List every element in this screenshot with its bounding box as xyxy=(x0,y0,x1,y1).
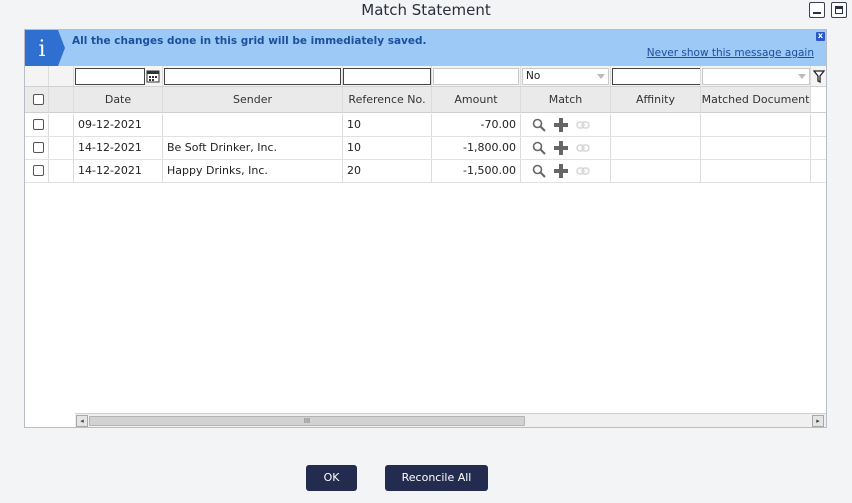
header-blank xyxy=(49,87,74,112)
filter-cell-date xyxy=(74,66,163,86)
date-filter-input[interactable] xyxy=(75,68,145,85)
affinity-filter-input[interactable] xyxy=(612,68,700,85)
cell-amount: -1,800.00 xyxy=(432,137,521,159)
amount-filter-input[interactable] xyxy=(433,68,519,85)
header-match[interactable]: Match xyxy=(521,87,611,112)
filter-cell-match: No xyxy=(521,66,611,86)
cell-affinity xyxy=(611,137,701,159)
row-spacer xyxy=(811,137,826,159)
row-indicator xyxy=(49,114,74,136)
plus-icon[interactable] xyxy=(553,117,569,133)
row-checkbox[interactable] xyxy=(33,165,44,176)
reconcile-all-button[interactable]: Reconcile All xyxy=(385,465,488,491)
cell-reference: 10 xyxy=(343,114,432,136)
row-select-cell xyxy=(25,160,49,182)
filter-cell-select xyxy=(25,66,49,86)
filter-row: No xyxy=(25,66,826,87)
cell-matched-document xyxy=(701,137,811,159)
select-all-cell xyxy=(25,87,49,112)
svg-text:i: i xyxy=(38,37,45,62)
filter-cell-sender xyxy=(163,66,343,86)
horizontal-scrollbar[interactable]: ◂ III ▸ xyxy=(75,413,826,427)
link-icon[interactable] xyxy=(575,140,591,156)
never-show-link[interactable]: Never show this message again xyxy=(647,47,814,59)
info-banner: i All the changes done in this grid will… xyxy=(25,30,826,66)
close-icon[interactable]: x xyxy=(816,32,825,41)
chevron-down-icon xyxy=(798,74,806,79)
scroll-left-button[interactable]: ◂ xyxy=(76,415,88,427)
match-filter-select[interactable]: No xyxy=(522,68,609,85)
matched-filter-select[interactable] xyxy=(702,68,810,85)
cell-match xyxy=(521,160,611,182)
row-select-cell xyxy=(25,114,49,136)
row-spacer xyxy=(811,160,826,182)
filter-cell-reference xyxy=(343,66,432,86)
scroll-thumb[interactable]: III xyxy=(89,416,525,426)
row-indicator xyxy=(49,160,74,182)
ok-button[interactable]: OK xyxy=(306,465,357,491)
row-checkbox[interactable] xyxy=(33,142,44,153)
filter-icon[interactable] xyxy=(813,70,825,83)
calendar-icon[interactable] xyxy=(146,69,160,83)
header-date[interactable]: Date xyxy=(74,87,163,112)
cell-matched-document xyxy=(701,160,811,182)
grid-panel: i All the changes done in this grid will… xyxy=(24,29,827,428)
filter-cell-amount xyxy=(432,66,521,86)
plus-icon[interactable] xyxy=(553,163,569,179)
cell-reference: 20 xyxy=(343,160,432,182)
cell-matched-document xyxy=(701,114,811,136)
search-icon[interactable] xyxy=(531,163,547,179)
cell-affinity xyxy=(611,114,701,136)
cell-reference: 10 xyxy=(343,137,432,159)
row-select-cell xyxy=(25,137,49,159)
select-all-checkbox[interactable] xyxy=(33,94,44,105)
cell-match xyxy=(521,137,611,159)
filter-cell-matched xyxy=(701,66,811,86)
link-icon[interactable] xyxy=(575,117,591,133)
cell-date: 14-12-2021 xyxy=(74,137,163,159)
info-icon: i xyxy=(25,30,65,66)
scroll-right-button[interactable]: ▸ xyxy=(812,415,824,427)
match-filter-value: No xyxy=(526,70,541,82)
cell-amount: -1,500.00 xyxy=(432,160,521,182)
cell-date: 09-12-2021 xyxy=(74,114,163,136)
header-sender[interactable]: Sender xyxy=(163,87,343,112)
filter-cell-blank xyxy=(49,66,74,86)
chevron-down-icon xyxy=(597,74,605,79)
info-message: All the changes done in this grid will b… xyxy=(72,35,427,47)
cell-amount: -70.00 xyxy=(432,114,521,136)
link-icon[interactable] xyxy=(575,163,591,179)
header-affinity[interactable]: Affinity xyxy=(611,87,701,112)
reference-filter-input[interactable] xyxy=(343,68,431,85)
row-spacer xyxy=(811,114,826,136)
cell-date: 14-12-2021 xyxy=(74,160,163,182)
header-reference[interactable]: Reference No. xyxy=(343,87,432,112)
cell-sender: Be Soft Drinker, Inc. xyxy=(163,137,343,159)
search-icon[interactable] xyxy=(531,140,547,156)
cell-sender xyxy=(163,114,343,136)
dialog-title: Match Statement xyxy=(361,1,491,19)
sender-filter-input[interactable] xyxy=(164,68,341,85)
table-row[interactable]: 14-12-2021 Happy Drinks, Inc. 20 -1,500.… xyxy=(25,160,826,183)
header-row: Date Sender Reference No. Amount Match A… xyxy=(25,87,826,113)
filter-cell-affinity xyxy=(611,66,701,86)
header-spacer xyxy=(811,87,826,112)
table-row[interactable]: 09-12-2021 10 -70.00 xyxy=(25,114,826,137)
cell-match xyxy=(521,114,611,136)
filter-cell-tool xyxy=(811,66,826,86)
maximize-button[interactable] xyxy=(831,2,847,18)
header-amount[interactable]: Amount xyxy=(432,87,521,112)
header-matched-document[interactable]: Matched Document xyxy=(701,87,811,112)
minimize-button[interactable] xyxy=(809,2,825,18)
row-checkbox[interactable] xyxy=(33,119,44,130)
row-indicator xyxy=(49,137,74,159)
cell-sender: Happy Drinks, Inc. xyxy=(163,160,343,182)
plus-icon[interactable] xyxy=(553,140,569,156)
search-icon[interactable] xyxy=(531,117,547,133)
table-row[interactable]: 14-12-2021 Be Soft Drinker, Inc. 10 -1,8… xyxy=(25,137,826,160)
cell-affinity xyxy=(611,160,701,182)
